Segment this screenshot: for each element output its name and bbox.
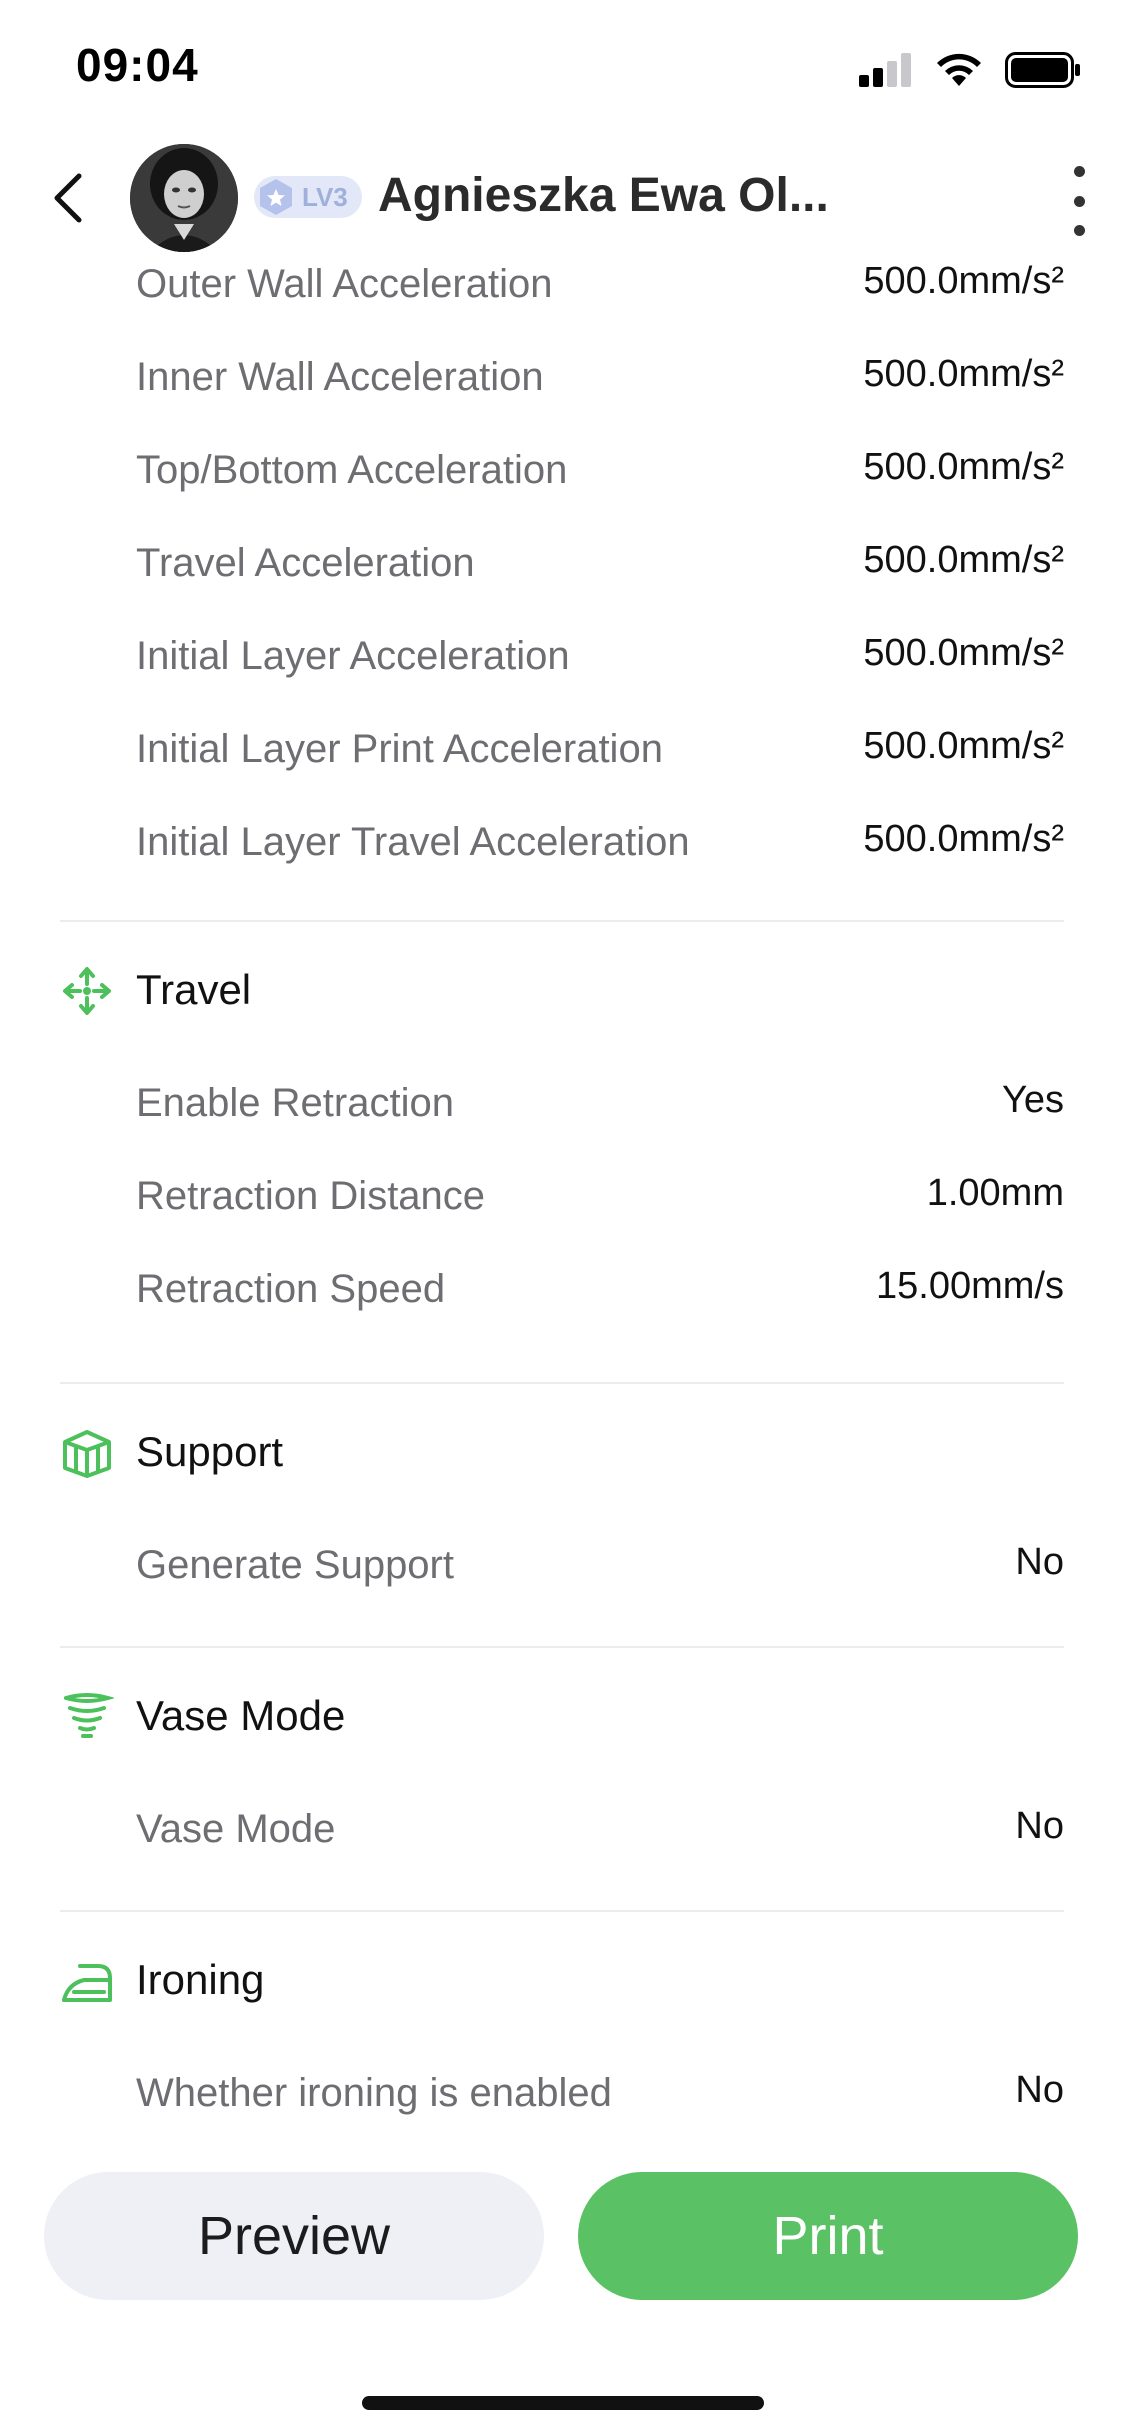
setting-row: Outer Wall Acceleration 500.0mm/s² bbox=[136, 252, 1064, 332]
setting-label: Whether ironing is enabled bbox=[136, 2071, 612, 2115]
setting-row: Generate Support No bbox=[136, 1533, 1064, 1613]
status-time: 09:04 bbox=[76, 39, 199, 91]
setting-value: Yes bbox=[1002, 1079, 1064, 1121]
section-title: Vase Mode bbox=[136, 1692, 346, 1739]
section-title: Travel bbox=[136, 966, 252, 1013]
section-header-support: Support bbox=[60, 1414, 1064, 1494]
setting-value: 500.0mm/s² bbox=[863, 632, 1064, 674]
setting-label: Retraction Distance bbox=[136, 1174, 486, 1218]
more-options-button[interactable] bbox=[1059, 166, 1099, 236]
print-button[interactable]: Print bbox=[578, 2172, 1078, 2300]
setting-value: 500.0mm/s² bbox=[863, 818, 1064, 860]
level-badge: LV3 bbox=[254, 176, 362, 218]
setting-row: Initial Layer Acceleration 500.0mm/s² bbox=[136, 624, 1064, 704]
setting-label: Enable Retraction bbox=[136, 1081, 454, 1125]
level-hexagon-icon bbox=[260, 179, 292, 215]
setting-label: Inner Wall Acceleration bbox=[136, 355, 544, 399]
avatar-image bbox=[130, 144, 238, 252]
battery-icon bbox=[1005, 52, 1080, 88]
cellular-signal-icon bbox=[859, 53, 911, 87]
setting-value: 15.00mm/s bbox=[876, 1265, 1064, 1307]
section-title: Ironing bbox=[136, 1956, 265, 2003]
setting-value: 500.0mm/s² bbox=[863, 446, 1064, 488]
vase-spiral-icon bbox=[64, 1693, 114, 1738]
avatar[interactable] bbox=[130, 144, 238, 252]
more-dot-icon bbox=[1073, 166, 1085, 177]
status-bar: 09:04 bbox=[0, 0, 1125, 140]
level-badge-text: LV3 bbox=[302, 181, 348, 212]
setting-row: Enable Retraction Yes bbox=[136, 1071, 1064, 1151]
setting-row: Inner Wall Acceleration 500.0mm/s² bbox=[136, 345, 1064, 425]
setting-row: Retraction Distance 1.00mm bbox=[136, 1164, 1064, 1244]
setting-value: 500.0mm/s² bbox=[863, 353, 1064, 395]
setting-label: Generate Support bbox=[136, 1543, 454, 1587]
more-dot-icon bbox=[1073, 195, 1085, 207]
setting-value: No bbox=[1015, 1805, 1064, 1847]
setting-row: Initial Layer Print Acceleration 500.0mm… bbox=[136, 717, 1064, 797]
section-header-ironing: Ironing bbox=[60, 1942, 1064, 2022]
profile-header: LV3 Agnieszka Ewa Ol... bbox=[0, 140, 1125, 260]
setting-row: Vase Mode No bbox=[136, 1797, 1064, 1877]
support-box-icon bbox=[63, 1430, 111, 1478]
section-divider bbox=[60, 920, 1064, 922]
chevron-left-icon bbox=[54, 173, 82, 223]
setting-value: 1.00mm bbox=[926, 1172, 1064, 1214]
setting-label: Retraction Speed bbox=[136, 1267, 446, 1311]
setting-value: No bbox=[1015, 1541, 1064, 1583]
setting-label: Vase Mode bbox=[136, 1807, 336, 1851]
setting-value: 500.0mm/s² bbox=[863, 725, 1064, 767]
setting-label: Initial Layer Print Acceleration bbox=[136, 727, 663, 771]
setting-row: Top/Bottom Acceleration 500.0mm/s² bbox=[136, 438, 1064, 518]
move-arrows-icon bbox=[63, 967, 111, 1015]
setting-value: No bbox=[1015, 2069, 1064, 2111]
setting-label: Travel Acceleration bbox=[136, 541, 475, 585]
setting-value: 500.0mm/s² bbox=[863, 539, 1064, 581]
user-name[interactable]: Agnieszka Ewa Ol... bbox=[378, 168, 1018, 223]
setting-label: Top/Bottom Acceleration bbox=[136, 448, 568, 492]
section-divider bbox=[60, 1646, 1064, 1648]
section-divider bbox=[60, 1382, 1064, 1384]
section-header-vase-mode: Vase Mode bbox=[60, 1678, 1064, 1758]
setting-row: Travel Acceleration 500.0mm/s² bbox=[136, 531, 1064, 611]
section-divider bbox=[60, 1910, 1064, 1912]
status-icons bbox=[859, 48, 1081, 92]
setting-row: Retraction Speed 15.00mm/s bbox=[136, 1257, 1064, 1337]
setting-value: 500.0mm/s² bbox=[863, 260, 1064, 302]
setting-row: Whether ironing is enabled No bbox=[136, 2061, 1064, 2141]
iron-icon bbox=[62, 1964, 112, 2002]
setting-label: Initial Layer Travel Acceleration bbox=[136, 820, 690, 864]
back-button[interactable] bbox=[36, 166, 100, 230]
section-title: Support bbox=[136, 1428, 284, 1475]
setting-label: Initial Layer Acceleration bbox=[136, 634, 570, 678]
more-dot-icon bbox=[1073, 225, 1085, 236]
preview-button[interactable]: Preview bbox=[44, 2172, 544, 2300]
home-indicator[interactable] bbox=[362, 2396, 764, 2410]
setting-row: Initial Layer Travel Acceleration 500.0m… bbox=[136, 810, 1064, 890]
section-header-travel: Travel bbox=[60, 952, 1064, 1032]
setting-label: Outer Wall Acceleration bbox=[136, 262, 553, 306]
wifi-icon bbox=[937, 53, 981, 86]
